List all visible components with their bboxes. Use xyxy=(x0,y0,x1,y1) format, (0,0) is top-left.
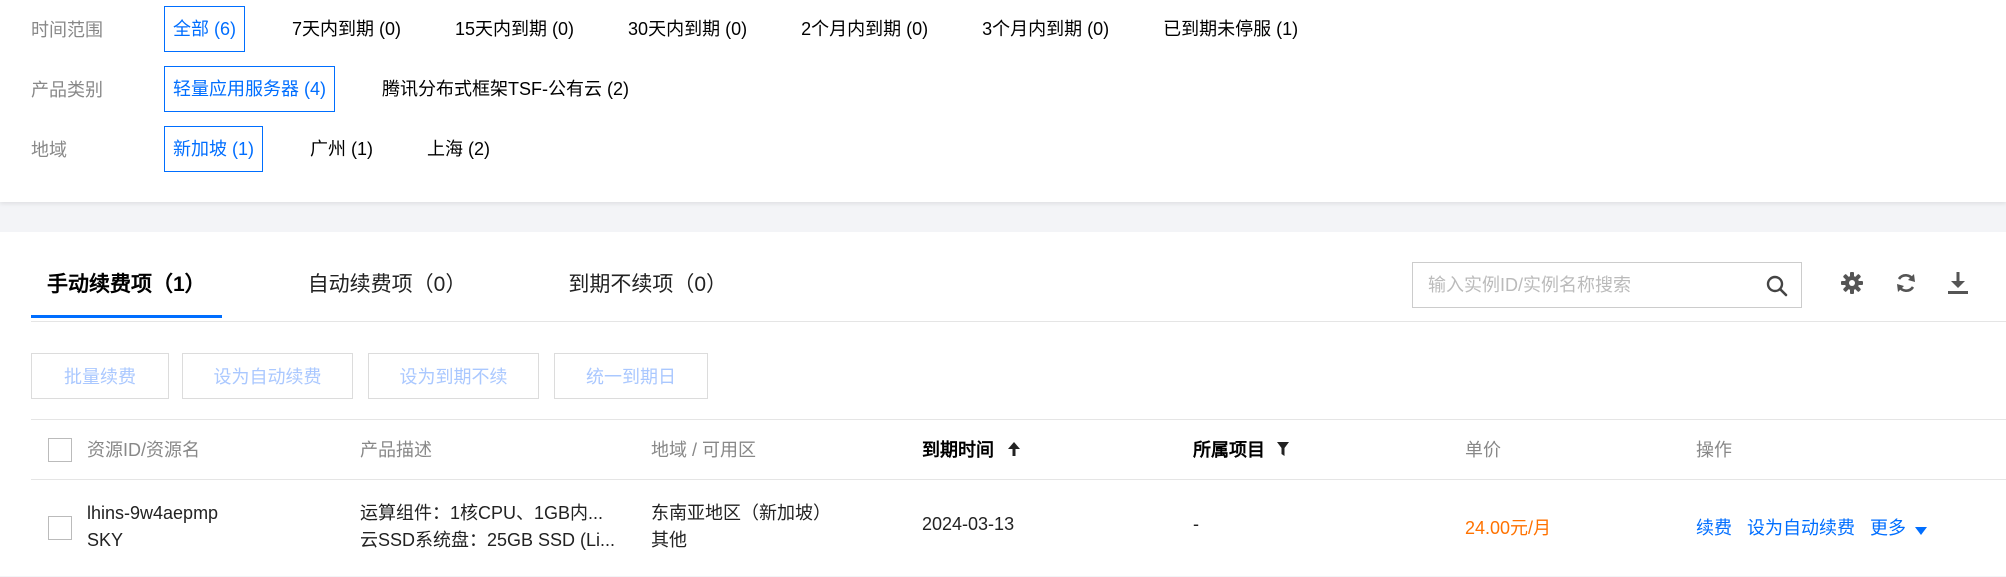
filter-option-lighthouse[interactable]: 轻量应用服务器 (4) xyxy=(164,66,335,112)
filter-option-guangzhou[interactable]: 广州 (1) xyxy=(301,126,382,172)
caret-down-icon xyxy=(1915,519,1928,540)
product-line-1: 运算组件：1核CPU、1GB内... xyxy=(360,503,604,523)
header-product: 产品描述 xyxy=(360,440,432,460)
cell-due-time: 2024-03-13 xyxy=(922,514,1015,534)
filter-option-shanghai[interactable]: 上海 (2) xyxy=(418,126,499,172)
tab-divider xyxy=(31,321,2006,322)
header-project[interactable]: 所属项目 xyxy=(1193,420,1290,480)
filter-label-product-type: 产品类别 xyxy=(31,80,103,100)
tab-no-renew[interactable]: 到期不续项（0） xyxy=(552,258,743,318)
cell-project: - xyxy=(1193,514,1199,534)
region-name: 东南亚地区（新加坡） xyxy=(651,503,831,523)
filter-options-product-type: 轻量应用服务器 (4) 腾讯分布式框架TSF-公有云 (2) xyxy=(164,66,666,112)
header-resource: 资源ID/资源名 xyxy=(87,440,201,460)
search-box xyxy=(1412,262,1802,308)
table-row: lhins-9w4aepmp SKY 运算组件：1核CPU、1GB内... 云S… xyxy=(31,480,2006,577)
cell-region: 东南亚地区（新加坡） 其他 xyxy=(651,500,911,554)
table-header: 资源ID/资源名 产品描述 地域 / 可用区 到期时间 所属项目 单价 操作 xyxy=(31,420,2006,480)
product-line-2: 云SSD系统盘：25GB SSD (Li... xyxy=(360,530,616,550)
filter-option-expired[interactable]: 已到期未停服 (1) xyxy=(1154,6,1307,52)
filter-icon[interactable] xyxy=(1276,421,1290,481)
header-region: 地域 / 可用区 xyxy=(651,440,757,460)
filter-option-30days[interactable]: 30天内到期 (0) xyxy=(619,6,756,52)
filter-option-tsf[interactable]: 腾讯分布式框架TSF-公有云 (2) xyxy=(373,66,638,112)
header-price: 单价 xyxy=(1465,440,1501,460)
resource-id[interactable]: lhins-9w4aepmp xyxy=(87,500,347,527)
header-project-label: 所属项目 xyxy=(1193,440,1265,460)
batch-renew-button[interactable]: 批量续费 xyxy=(31,353,169,399)
renew-link[interactable]: 续费 xyxy=(1696,518,1732,538)
header-ops: 操作 xyxy=(1696,440,1732,460)
filter-panel: 时间范围 全部 (6) 7天内到期 (0) 15天内到期 (0) 30天内到期 … xyxy=(0,0,2006,202)
search-input[interactable] xyxy=(1413,263,1753,307)
row-checkbox[interactable] xyxy=(48,516,72,540)
more-label: 更多 xyxy=(1870,518,1907,538)
set-auto-renew-button[interactable]: 设为自动续费 xyxy=(182,353,353,399)
tab-manual-renew[interactable]: 手动续费项（1） xyxy=(31,258,222,318)
filter-option-2months[interactable]: 2个月内到期 (0) xyxy=(792,6,937,52)
filter-options-time-range: 全部 (6) 7天内到期 (0) 15天内到期 (0) 30天内到期 (0) 2… xyxy=(164,6,1335,52)
unify-due-date-button[interactable]: 统一到期日 xyxy=(554,353,708,399)
tab-auto-renew[interactable]: 自动续费项（0） xyxy=(292,258,483,318)
filter-label-time-range: 时间范围 xyxy=(31,20,103,40)
filter-option-3months[interactable]: 3个月内到期 (0) xyxy=(973,6,1118,52)
download-icon[interactable] xyxy=(1946,271,1970,300)
refresh-icon[interactable] xyxy=(1894,271,1918,300)
cell-ops: 续费 设为自动续费 更多 xyxy=(1696,514,1928,540)
cell-resource: lhins-9w4aepmp SKY xyxy=(87,500,347,554)
renewal-table: 资源ID/资源名 产品描述 地域 / 可用区 到期时间 所属项目 单价 操作 l… xyxy=(31,419,2006,577)
cell-product: 运算组件：1核CPU、1GB内... 云SSD系统盘：25GB SSD (Li.… xyxy=(360,500,635,554)
gear-icon[interactable] xyxy=(1840,271,1864,300)
search-icon[interactable] xyxy=(1765,274,1789,303)
resource-name: SKY xyxy=(87,530,124,550)
filter-option-all[interactable]: 全部 (6) xyxy=(164,6,245,52)
filter-option-15days[interactable]: 15天内到期 (0) xyxy=(446,6,583,52)
header-due-time-label: 到期时间 xyxy=(922,440,994,460)
header-due-time[interactable]: 到期时间 xyxy=(922,420,1021,480)
filter-option-7days[interactable]: 7天内到期 (0) xyxy=(283,6,410,52)
sort-ascending-icon[interactable] xyxy=(1007,421,1021,481)
renewal-tabs: 手动续费项（1） 自动续费项（0） 到期不续项（0） xyxy=(31,258,813,318)
set-auto-renew-link[interactable]: 设为自动续费 xyxy=(1747,518,1855,538)
filter-options-region: 新加坡 (1) 广州 (1) 上海 (2) xyxy=(164,126,527,172)
cell-price: 24.00元/月 xyxy=(1465,518,1552,538)
filter-option-singapore[interactable]: 新加坡 (1) xyxy=(164,126,263,172)
zone-name: 其他 xyxy=(651,530,687,550)
set-no-renew-button[interactable]: 设为到期不续 xyxy=(368,353,539,399)
select-all-checkbox[interactable] xyxy=(48,438,72,462)
filter-label-region: 地域 xyxy=(31,140,67,160)
renewal-panel: 手动续费项（1） 自动续费项（0） 到期不续项（0） 输入实例ID/实例名称搜索… xyxy=(0,232,2006,576)
more-menu[interactable]: 更多 xyxy=(1870,518,1928,540)
